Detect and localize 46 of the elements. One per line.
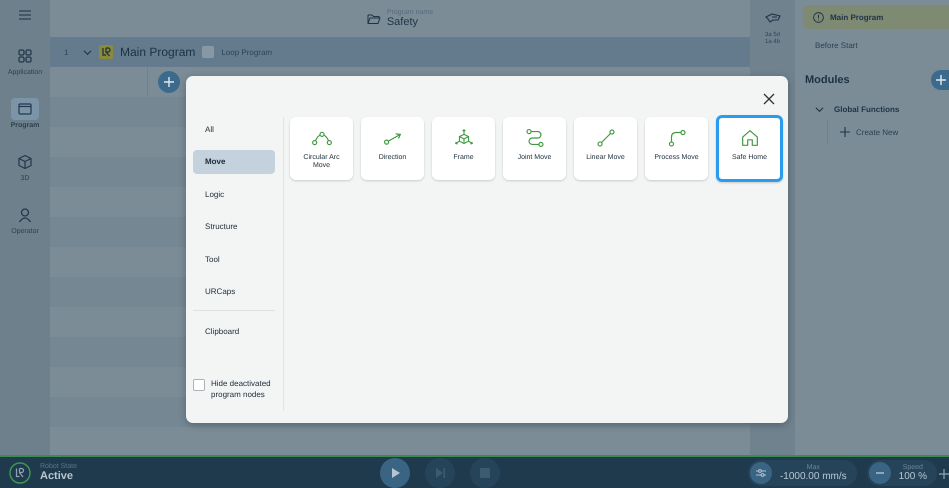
max-speed-value: -1000.00 mm/s <box>780 470 847 482</box>
decrease-speed-button[interactable] <box>868 462 891 484</box>
category-item[interactable]: Structure <box>193 214 275 238</box>
modules-heading: Modules <box>805 74 850 86</box>
main-program-banner[interactable]: Main Program <box>803 5 949 29</box>
program-title: Main Program <box>120 45 196 59</box>
plus-icon <box>939 468 949 478</box>
clipboard-item[interactable]: Clipboard <box>193 319 275 343</box>
add-module-button[interactable] <box>931 70 949 90</box>
main-program-label: Main Program <box>830 12 884 22</box>
plus-icon <box>163 76 175 88</box>
category-item[interactable]: URCaps <box>193 280 275 304</box>
skip-icon <box>434 466 446 478</box>
loop-label: Loop Program <box>221 48 272 56</box>
speed-value: 100 % <box>898 470 927 482</box>
hide-deactivated-checkbox[interactable] <box>193 378 205 391</box>
module-group-label[interactable]: Global Functions <box>834 105 900 114</box>
warning-icon <box>813 12 824 22</box>
window-icon <box>11 98 39 120</box>
line-icon <box>594 127 616 149</box>
program-name: Safety <box>386 16 420 28</box>
sliders-icon <box>754 466 767 478</box>
play-button[interactable] <box>380 458 410 488</box>
close-icon[interactable] <box>762 92 776 106</box>
robot-state-value: Active <box>40 470 74 482</box>
chevron-icon[interactable] <box>83 48 92 56</box>
category-item[interactable]: All <box>193 117 275 141</box>
logo-icon <box>99 45 113 59</box>
s-curve-icon <box>524 127 546 149</box>
hand-icon[interactable] <box>764 12 780 24</box>
plus-icon <box>936 75 946 85</box>
add-node-button[interactable] <box>158 71 180 93</box>
menu-icon[interactable] <box>17 8 33 22</box>
category-item[interactable]: Move <box>193 150 275 174</box>
robot-logo-icon <box>9 462 31 484</box>
chevron-icon[interactable] <box>815 105 824 114</box>
increase-speed-button[interactable] <box>937 466 949 478</box>
category-item[interactable]: Logic <box>193 182 275 206</box>
line-number: 1 <box>64 48 70 56</box>
sliders-button[interactable] <box>750 462 772 484</box>
play-icon <box>389 466 401 478</box>
folder-icon[interactable] <box>366 12 381 24</box>
hide-deactivated-label: Hide deactivated program nodes <box>211 378 272 401</box>
category-item[interactable]: Tool <box>193 247 275 271</box>
plus-icon <box>840 127 850 137</box>
loop-checkbox[interactable] <box>202 46 214 58</box>
